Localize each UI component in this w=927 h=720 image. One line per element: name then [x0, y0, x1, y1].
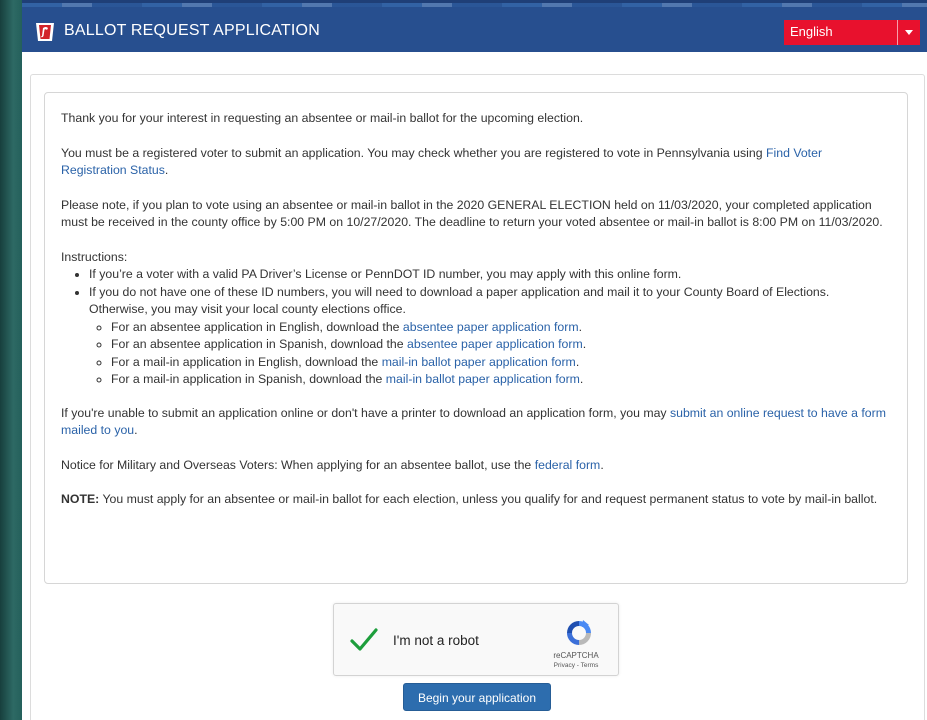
military-text-end: .: [600, 457, 604, 472]
recaptcha-brand: reCAPTCHA: [553, 651, 599, 660]
instructions-panel: Thank you for your interest in requestin…: [44, 92, 908, 584]
note-label: NOTE:: [61, 492, 100, 506]
military-paragraph: Notice for Military and Overseas Voters:…: [61, 457, 891, 475]
registration-text-end: .: [164, 163, 169, 177]
intro-text: Thank you for your interest in requestin…: [61, 111, 584, 125]
registration-paragraph: You must be a registered voter to submit…: [61, 145, 891, 180]
paper-form-text: For an absentee application in Spanish, …: [111, 337, 408, 351]
absentee-spanish-form-link[interactable]: absentee paper application form: [407, 337, 583, 351]
printer-text-end: .: [134, 423, 138, 437]
paper-form-list: For an absentee application in English, …: [89, 319, 891, 389]
military-text: Notice for Military and Overseas Voters:…: [61, 457, 535, 472]
instruction-text: If you do not have one of these ID numbe…: [89, 284, 830, 317]
instructions-label: Instructions:: [61, 249, 128, 264]
keystone-logo-icon: [36, 23, 54, 41]
paper-form-item: For an absentee application in Spanish, …: [111, 336, 891, 354]
header-stripe: [22, 3, 927, 7]
instruction-item: If you’re a voter with a valid PA Driver…: [89, 266, 891, 284]
instructions-list: If you’re a voter with a valid PA Driver…: [61, 266, 891, 389]
recaptcha-label: I'm not a robot: [393, 633, 479, 648]
recaptcha-logo-icon: [567, 620, 591, 645]
chevron-down-icon: [905, 30, 913, 35]
federal-form-link[interactable]: federal form: [535, 458, 601, 472]
deadline-text: Please note, if you plan to vote using a…: [61, 197, 883, 230]
page-title: BALLOT REQUEST APPLICATION: [64, 22, 320, 39]
paper-form-item: For a mail-in application in Spanish, do…: [111, 371, 891, 389]
language-select[interactable]: English: [784, 20, 920, 45]
note-paragraph: NOTE: You must apply for an absentee or …: [61, 491, 891, 509]
language-select-value: English: [790, 24, 833, 39]
note-text: You must apply for an absentee or mail-i…: [99, 492, 878, 506]
paper-form-text: For an absentee application in English, …: [111, 319, 403, 334]
paper-form-text-end: .: [582, 337, 587, 351]
instruction-item: If you do not have one of these ID numbe…: [89, 284, 891, 389]
paper-form-item: For a mail-in application in English, do…: [111, 354, 891, 372]
language-select-toggle[interactable]: [897, 20, 920, 45]
mailin-spanish-form-link[interactable]: mail-in ballot paper application form: [386, 372, 580, 386]
recaptcha-widget[interactable]: I'm not a robot reCAPTCHA Privacy - Term…: [333, 603, 619, 676]
paper-form-text: For a mail-in application in English, do…: [111, 354, 382, 369]
paper-form-text-end: .: [578, 319, 583, 334]
mailin-english-form-link[interactable]: mail-in ballot paper application form: [382, 355, 576, 369]
paper-form-item: For an absentee application in English, …: [111, 319, 891, 337]
paper-form-text: For a mail-in application in Spanish, do…: [111, 372, 386, 386]
paper-form-text-end: .: [579, 372, 584, 386]
registration-text: You must be a registered voter to submit…: [61, 145, 766, 160]
absentee-english-form-link[interactable]: absentee paper application form: [403, 320, 579, 334]
paper-form-text-end: .: [575, 354, 580, 369]
printer-text: If you're unable to submit an applicatio…: [61, 405, 670, 420]
checkmark-icon[interactable]: [349, 626, 379, 654]
begin-application-button[interactable]: Begin your application: [403, 683, 551, 711]
recaptcha-privacy-terms-link[interactable]: Privacy - Terms: [539, 662, 613, 669]
page-background-left: [0, 0, 22, 720]
application-frame: BALLOT REQUEST APPLICATION English Thank…: [22, 0, 927, 720]
printer-paragraph: If you're unable to submit an applicatio…: [61, 405, 891, 440]
header-bar: BALLOT REQUEST APPLICATION English: [22, 0, 927, 52]
